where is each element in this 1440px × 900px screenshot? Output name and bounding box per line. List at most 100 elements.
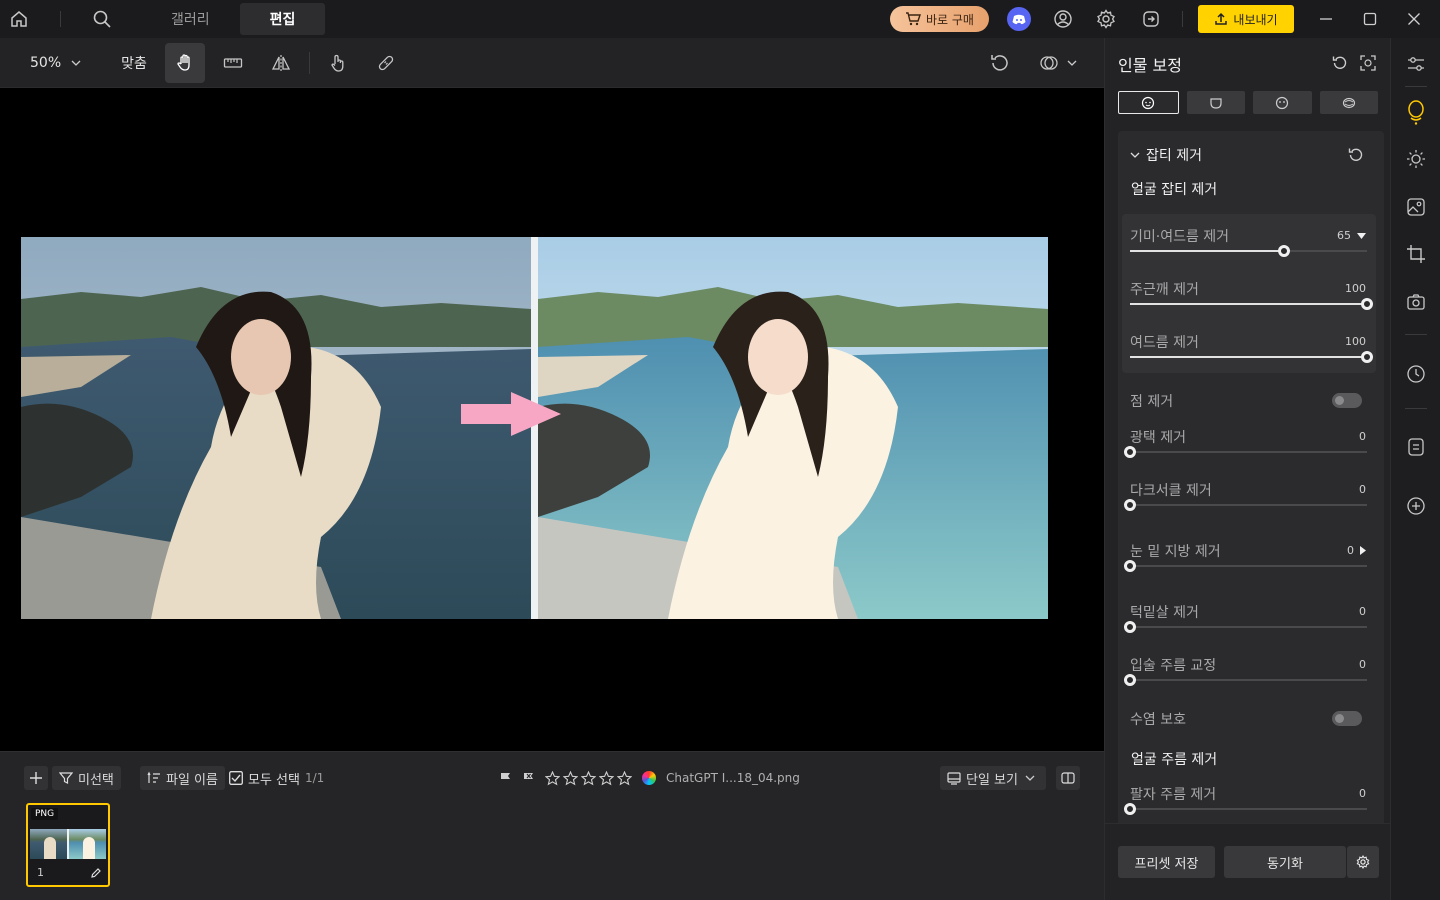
caret-right-icon[interactable]: [1360, 546, 1366, 555]
crop-icon[interactable]: [1391, 236, 1440, 272]
slider-track[interactable]: [1124, 674, 1367, 686]
slider-track[interactable]: [1124, 446, 1367, 458]
tab-gallery[interactable]: 갤러리: [141, 3, 240, 35]
close-icon[interactable]: [1392, 0, 1436, 38]
export-button[interactable]: 내보내기: [1198, 5, 1294, 33]
zoom-select[interactable]: 50%: [30, 55, 81, 71]
gear-icon[interactable]: [1087, 0, 1125, 38]
mole-removal-toggle[interactable]: [1332, 393, 1362, 408]
toggle-label: 수염 보호: [1130, 712, 1186, 728]
view-mode-select[interactable]: 단일 보기: [940, 766, 1046, 790]
slider-value[interactable]: 0: [1359, 658, 1366, 671]
slider-value[interactable]: 0: [1359, 483, 1366, 496]
slider-value[interactable]: 100: [1345, 282, 1366, 295]
slider-track[interactable]: [1124, 621, 1367, 633]
sync-button[interactable]: 동기화: [1224, 846, 1346, 878]
undo-icon[interactable]: [980, 43, 1020, 83]
image-icon[interactable]: [1391, 189, 1440, 225]
add-button[interactable]: [24, 766, 48, 790]
slider-label: 턱밑살 제거: [1130, 605, 1199, 621]
reject-flag-icon[interactable]: [522, 772, 535, 785]
subsection-face-wrinkle: 얼굴 주름 제거: [1131, 752, 1218, 768]
tab-eyes[interactable]: [1253, 91, 1312, 114]
tab-face-skin[interactable]: [1118, 91, 1179, 114]
image-canvas[interactable]: [0, 88, 1104, 751]
compare-view-icon[interactable]: [1030, 43, 1085, 83]
filter-button[interactable]: 미선택: [52, 766, 121, 790]
slider-value[interactable]: 0: [1359, 605, 1366, 618]
sync-settings-button[interactable]: [1347, 846, 1379, 878]
adjust-sliders-icon[interactable]: [1391, 46, 1440, 82]
slider-track[interactable]: [1124, 803, 1367, 815]
discord-icon[interactable]: [1007, 7, 1031, 31]
face-shape-icon: [1210, 97, 1222, 109]
color-label-icon[interactable]: [642, 771, 656, 785]
slider-knob[interactable]: [1124, 560, 1136, 572]
star-icon[interactable]: [617, 770, 632, 786]
slider-knob[interactable]: [1124, 803, 1136, 815]
slider-knob[interactable]: [1124, 499, 1136, 511]
view-mode-label: 단일 보기: [966, 772, 1018, 788]
brightness-icon[interactable]: [1391, 141, 1440, 177]
slider-value[interactable]: 0: [1347, 544, 1366, 557]
slider-track[interactable]: [1130, 298, 1373, 310]
slider-label: 팔자 주름 제거: [1130, 787, 1217, 803]
search-icon[interactable]: [83, 0, 121, 38]
tab-face-shape[interactable]: [1186, 91, 1245, 114]
slider-knob[interactable]: [1124, 674, 1136, 686]
portrait-retouch-panel: 인물 보정 잡티 제거 얼굴 잡티 제거 기미·여드름 제거 65 주근깨 제거…: [1104, 38, 1391, 900]
chevron-down-icon: [71, 60, 81, 66]
section-header[interactable]: 잡티 제거: [1130, 145, 1202, 165]
bandage-icon[interactable]: [366, 43, 406, 83]
slider-value[interactable]: 0: [1359, 787, 1366, 800]
slider-value[interactable]: 65: [1337, 229, 1366, 242]
slider-track[interactable]: [1130, 351, 1373, 363]
slider-knob[interactable]: [1278, 245, 1291, 257]
flip-icon[interactable]: [261, 43, 301, 83]
slider-label: 여드름 제거: [1130, 335, 1199, 351]
beard-protect-toggle[interactable]: [1332, 711, 1362, 726]
sort-button[interactable]: 파일 이름: [140, 766, 225, 790]
slider-knob[interactable]: [1124, 446, 1136, 458]
reset-icon[interactable]: [1332, 55, 1348, 71]
ruler-icon[interactable]: [213, 43, 253, 83]
maximize-icon[interactable]: [1348, 0, 1392, 38]
slider-track[interactable]: [1124, 560, 1367, 572]
caret-down-icon[interactable]: [1357, 232, 1366, 239]
camera-icon[interactable]: [1391, 284, 1440, 320]
star-icon[interactable]: [581, 770, 596, 786]
touch-tool-icon[interactable]: [318, 43, 358, 83]
thumbnail-item[interactable]: PNG 1: [26, 803, 110, 887]
account-icon[interactable]: [1044, 0, 1082, 38]
select-all-checkbox[interactable]: 모두 선택 1/1: [229, 766, 324, 790]
compare-toggle-button[interactable]: [1056, 766, 1080, 790]
star-rating[interactable]: [545, 770, 632, 786]
slider-knob[interactable]: [1361, 351, 1373, 363]
home-icon[interactable]: [0, 0, 38, 38]
slider-track[interactable]: [1124, 499, 1367, 511]
slider-knob[interactable]: [1361, 298, 1373, 310]
buy-now-button[interactable]: 바로 구매: [890, 6, 989, 32]
star-icon[interactable]: [545, 770, 560, 786]
history-icon[interactable]: [1391, 356, 1440, 392]
add-circle-icon[interactable]: [1391, 488, 1440, 524]
slider-value[interactable]: 100: [1345, 335, 1366, 348]
star-icon[interactable]: [563, 770, 578, 786]
slider-knob[interactable]: [1124, 621, 1136, 633]
slider-track[interactable]: [1130, 245, 1367, 257]
face-detect-icon[interactable]: [1360, 55, 1376, 71]
minimize-icon[interactable]: [1304, 0, 1348, 38]
hand-tool-icon[interactable]: [164, 42, 205, 83]
slider-label: 입술 주름 교정: [1130, 658, 1217, 674]
slider-label: 주근깨 제거: [1130, 282, 1199, 298]
fit-button[interactable]: 맞춤: [121, 53, 147, 73]
notes-icon[interactable]: [1391, 429, 1440, 465]
tab-makeup[interactable]: [1319, 91, 1378, 114]
flag-icon[interactable]: [499, 772, 512, 785]
save-preset-button[interactable]: 프리셋 저장: [1118, 846, 1215, 878]
star-icon[interactable]: [599, 770, 614, 786]
tab-edit[interactable]: 편집: [239, 3, 326, 35]
portrait-retouch-icon[interactable]: [1391, 94, 1440, 130]
section-reset-icon[interactable]: [1348, 147, 1364, 163]
share-icon[interactable]: [1132, 0, 1170, 38]
